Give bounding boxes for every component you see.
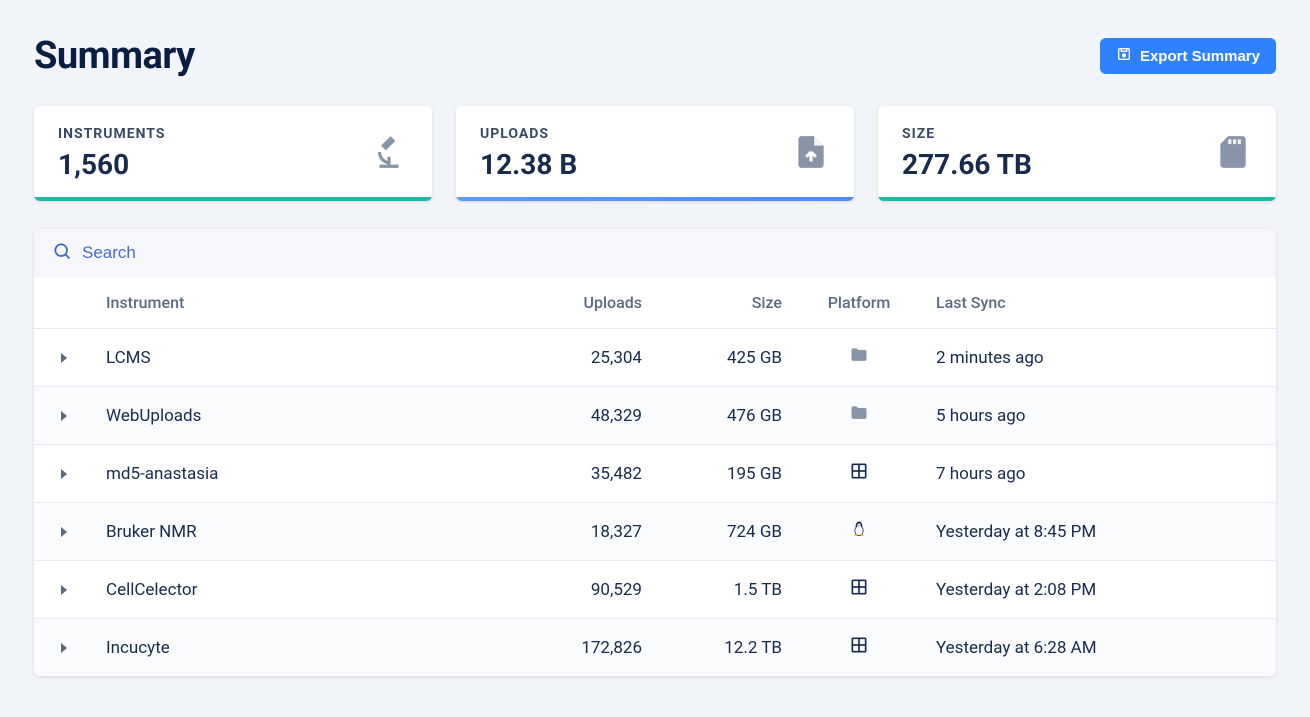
cell-platform (794, 503, 924, 561)
cell-platform (794, 387, 924, 445)
cell-instrument: Incucyte (94, 619, 514, 677)
cell-platform (794, 445, 924, 503)
table-row[interactable]: md5-anastasia35,482195 GB 7 hours ago (34, 445, 1276, 503)
cell-instrument: LCMS (94, 329, 514, 387)
card-label: SIZE (902, 126, 1032, 142)
cell-lastsync: Yesterday at 8:45 PM (924, 503, 1276, 561)
col-header-instrument[interactable]: Instrument (94, 277, 514, 329)
cell-instrument: md5-anastasia (94, 445, 514, 503)
cell-size: 1.5 TB (654, 561, 794, 619)
instrument-table-panel: Instrument Uploads Size Platform Last Sy… (34, 229, 1276, 676)
search-row (34, 229, 1276, 277)
summary-cards: INSTRUMENTS 1,560 UPLOADS 12.38 B SIZE 277.66… (34, 106, 1276, 201)
table-row[interactable]: Incucyte172,82612.2 TB Yesterday at 6:28 … (34, 619, 1276, 677)
export-summary-button[interactable]: Export Summary (1100, 38, 1276, 74)
cell-lastsync: 2 minutes ago (924, 329, 1276, 387)
cell-platform (794, 619, 924, 677)
cell-instrument: CellCelector (94, 561, 514, 619)
expand-icon[interactable] (61, 643, 67, 653)
file-upload-icon (792, 133, 830, 175)
card-label: UPLOADS (480, 126, 577, 142)
sd-card-icon (1214, 133, 1252, 175)
linux-icon (849, 524, 869, 544)
col-header-lastsync[interactable]: Last Sync (924, 277, 1276, 329)
cell-size: 724 GB (654, 503, 794, 561)
microscope-icon (370, 133, 408, 175)
table-row[interactable]: Bruker NMR18,327724 GB Yesterday at 8:45 … (34, 503, 1276, 561)
cell-uploads: 18,327 (514, 503, 654, 561)
cell-size: 476 GB (654, 387, 794, 445)
expand-icon[interactable] (61, 527, 67, 537)
cell-lastsync: 7 hours ago (924, 445, 1276, 503)
cell-platform (794, 561, 924, 619)
card-value: 277.66 TB (902, 148, 1032, 181)
cell-uploads: 172,826 (514, 619, 654, 677)
cell-size: 425 GB (654, 329, 794, 387)
cell-uploads: 90,529 (514, 561, 654, 619)
card-value: 1,560 (58, 148, 165, 181)
cell-uploads: 48,329 (514, 387, 654, 445)
expand-icon[interactable] (61, 353, 67, 363)
table-header-row: Instrument Uploads Size Platform Last Sy… (34, 277, 1276, 329)
cell-lastsync: 5 hours ago (924, 387, 1276, 445)
windows-icon (849, 582, 869, 602)
cell-instrument: WebUploads (94, 387, 514, 445)
cell-uploads: 25,304 (514, 329, 654, 387)
folder-icon (849, 408, 869, 428)
save-icon (1116, 46, 1132, 66)
cell-size: 195 GB (654, 445, 794, 503)
summary-card-instruments: INSTRUMENTS 1,560 (34, 106, 432, 201)
cell-size: 12.2 TB (654, 619, 794, 677)
expand-icon[interactable] (61, 469, 67, 479)
card-label: INSTRUMENTS (58, 126, 165, 142)
summary-card-uploads: UPLOADS 12.38 B (456, 106, 854, 201)
table-row[interactable]: LCMS25,304425 GB 2 minutes ago (34, 329, 1276, 387)
search-input[interactable] (82, 243, 1258, 263)
windows-icon (849, 466, 869, 486)
cell-instrument: Bruker NMR (94, 503, 514, 561)
summary-card-size: SIZE 277.66 TB (878, 106, 1276, 201)
expand-icon[interactable] (61, 585, 67, 595)
table-row[interactable]: WebUploads48,329476 GB 5 hours ago (34, 387, 1276, 445)
cell-lastsync: Yesterday at 2:08 PM (924, 561, 1276, 619)
cell-lastsync: Yesterday at 6:28 AM (924, 619, 1276, 677)
search-icon (52, 241, 72, 265)
cell-uploads: 35,482 (514, 445, 654, 503)
expand-icon[interactable] (61, 411, 67, 421)
table-row[interactable]: CellCelector90,5291.5 TB Yesterday at 2:0… (34, 561, 1276, 619)
page-title: Summary (34, 34, 195, 78)
col-header-uploads[interactable]: Uploads (514, 277, 654, 329)
card-value: 12.38 B (480, 148, 577, 181)
cell-platform (794, 329, 924, 387)
export-summary-label: Export Summary (1140, 48, 1260, 65)
folder-icon (849, 350, 869, 370)
col-header-size[interactable]: Size (654, 277, 794, 329)
windows-icon (849, 640, 869, 660)
col-header-platform[interactable]: Platform (794, 277, 924, 329)
